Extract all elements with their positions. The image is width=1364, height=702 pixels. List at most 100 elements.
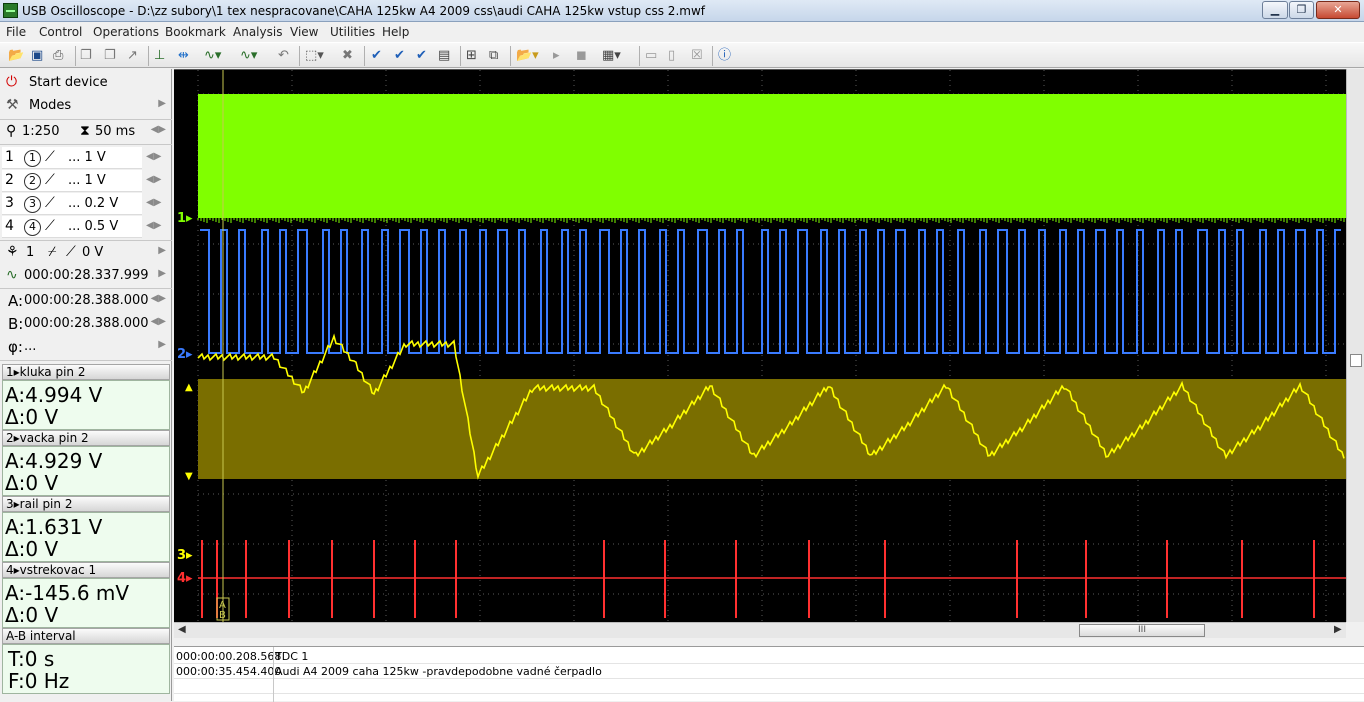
scroll-left-icon[interactable]: ◀ bbox=[178, 624, 186, 635]
close-button[interactable]: ✕ bbox=[1316, 1, 1360, 19]
check-all-icon[interactable]: ✔ bbox=[394, 47, 405, 65]
save-icon[interactable]: ▣ bbox=[31, 47, 43, 65]
measurement-2-title: vacka pin 2 bbox=[19, 431, 89, 445]
pan-icon[interactable]: ⇹ bbox=[178, 47, 189, 65]
phase-label: φ: bbox=[8, 338, 23, 356]
measurement-3-box: A:1.631 V Δ:0 V bbox=[2, 512, 170, 562]
channel-marker-icon: 3▸ bbox=[6, 497, 20, 511]
copy-icon[interactable]: ❐ bbox=[80, 47, 92, 65]
vertical-scroll-thumb[interactable] bbox=[1350, 354, 1362, 367]
menu-control[interactable]: Control bbox=[39, 25, 82, 39]
trigger-channel: 1 bbox=[26, 245, 35, 260]
menu-help[interactable]: Help bbox=[382, 25, 409, 39]
channel-row-3[interactable]: 3 3 ⟋ ... 0.2 V bbox=[2, 193, 142, 215]
trigger-time-icon: ∿ bbox=[6, 267, 18, 283]
channel-row-2[interactable]: 2 2 ⟋ ... 1 V bbox=[2, 170, 142, 192]
cursor-a-row[interactable]: A: 000:00:28.388.000 ◀▶ bbox=[2, 290, 170, 312]
grid-icon[interactable]: ⊞ bbox=[466, 47, 477, 65]
undo-icon[interactable]: ↶ bbox=[278, 47, 289, 65]
menu-bar: File Control Operations Bookmark Analysi… bbox=[0, 22, 1364, 42]
channel-range: ... 0.5 V bbox=[68, 219, 119, 234]
window-icon[interactable]: ▭ bbox=[645, 47, 657, 65]
folder-menu-icon[interactable]: 📂▾ bbox=[516, 47, 539, 65]
table-icon[interactable]: ▦▾ bbox=[602, 47, 621, 65]
cursor-a-value: 000:00:28.388.000 bbox=[24, 293, 149, 308]
channel-number: 2 bbox=[5, 172, 14, 188]
menu-utilities[interactable]: Utilities bbox=[330, 25, 375, 39]
horizontal-scrollbar[interactable]: ◀ III ▶ bbox=[174, 622, 1346, 638]
channel-number: 1 bbox=[5, 149, 14, 165]
waveform-icon[interactable]: ∿▾ bbox=[204, 47, 221, 65]
channel-row-4[interactable]: 4 4 ⟋ ... 0.5 V bbox=[2, 216, 142, 238]
measure-icon[interactable]: ⧉ bbox=[489, 47, 498, 65]
channel-3-arrows-icon[interactable]: ◀▶ bbox=[146, 197, 161, 208]
measurement-4-delta: Δ:0 V bbox=[5, 603, 59, 627]
channel-1-marker: 1▸ bbox=[177, 211, 193, 226]
start-device-button[interactable]: ⏻ Start device bbox=[2, 72, 170, 94]
measurement-2-header[interactable]: 2▸vacka pin 2 bbox=[2, 430, 170, 446]
step-icon[interactable]: ▸ bbox=[553, 47, 560, 65]
scope-display[interactable]: A B 1▸ 2▸ 3▸ 4▸ ▲ ▼ bbox=[174, 69, 1346, 645]
delete-icon[interactable]: ✖ bbox=[342, 47, 353, 65]
ab-interval-header[interactable]: A-B interval bbox=[2, 628, 170, 644]
minimize-button[interactable]: ▁ bbox=[1262, 1, 1288, 19]
cursor-b-arrows-icon[interactable]: ◀▶ bbox=[151, 316, 166, 327]
stop-icon[interactable]: ◼ bbox=[576, 47, 587, 65]
check-icon[interactable]: ✔ bbox=[371, 47, 382, 65]
cursor-icon[interactable]: ⊥ bbox=[154, 47, 165, 65]
measurement-4-box: A:-145.6 mV Δ:0 V bbox=[2, 578, 170, 628]
bookmark-row[interactable]: 000:00:00.208.568 TDC 1 bbox=[174, 649, 1364, 664]
band-bottom-arrow-icon: ▼ bbox=[185, 471, 193, 482]
trigger-row[interactable]: ⚘ 1 ⌿ ⟋ 0 V ▶ bbox=[2, 242, 170, 264]
check-down-icon[interactable]: ✔ bbox=[416, 47, 427, 65]
maximize-button[interactable]: ❐ bbox=[1289, 1, 1314, 19]
phase-row[interactable]: φ: ... ▶ bbox=[2, 336, 170, 358]
modes-button[interactable]: ⚒ Modes ▶ bbox=[2, 95, 170, 117]
zoom-timebase-row[interactable]: ⚲ 1:250 ⧗ 50 ms ◀▶ bbox=[2, 121, 170, 143]
menu-analysis[interactable]: Analysis bbox=[233, 25, 282, 39]
wave-option-icon[interactable]: ∿▾ bbox=[240, 47, 257, 65]
measurement-2-delta: Δ:0 V bbox=[5, 471, 59, 495]
timebase-icon: ⧗ bbox=[80, 123, 90, 139]
bookmark-row[interactable]: 000:00:35.454.400 Audi A4 2009 caha 125k… bbox=[174, 664, 1364, 679]
measurement-3-title: rail pin 2 bbox=[19, 497, 73, 511]
bookmark-row-empty bbox=[174, 679, 1364, 694]
measurement-4-header[interactable]: 4▸vstrekovac 1 bbox=[2, 562, 170, 578]
export-icon[interactable]: ↗ bbox=[127, 47, 138, 65]
measurement-1-a: A:4.994 V bbox=[5, 383, 103, 407]
cursor-a-arrows-icon[interactable]: ◀▶ bbox=[151, 293, 166, 304]
channel-row-1[interactable]: 1 1 ⟋ ... 1 V bbox=[2, 147, 142, 169]
zoom-icon[interactable]: ⬚▾ bbox=[305, 47, 324, 65]
timebase-arrows-icon[interactable]: ◀▶ bbox=[151, 124, 166, 135]
cursor-b-row[interactable]: B: 000:00:28.388.000 ◀▶ bbox=[2, 313, 170, 335]
waveform-canvas[interactable]: AB1▸2▸3▸4▸▲▼ bbox=[174, 70, 1346, 645]
measurement-3-header[interactable]: 3▸rail pin 2 bbox=[2, 496, 170, 512]
phase-value: ... bbox=[24, 339, 37, 354]
vertical-scrollbar[interactable] bbox=[1346, 69, 1364, 622]
channel-range: ... 1 V bbox=[68, 150, 106, 165]
measurement-1-box: A:4.994 V Δ:0 V bbox=[2, 380, 170, 430]
menu-view[interactable]: View bbox=[290, 25, 318, 39]
channel-2-marker: 2▸ bbox=[177, 347, 193, 362]
toolbar: 📂 ▣ ⎙ ❐ ❐ ↗ ⊥ ⇹ ∿▾ ∿▾ ↶ ⬚▾ ✖ ✔ ✔ ✔ ▤ ⊞ ⧉… bbox=[0, 42, 1364, 68]
menu-operations[interactable]: Operations bbox=[93, 25, 159, 39]
notes-icon[interactable]: ▤ bbox=[438, 47, 450, 65]
paste-icon[interactable]: ❐ bbox=[104, 47, 116, 65]
channel-2-arrows-icon[interactable]: ◀▶ bbox=[146, 174, 161, 185]
open-icon[interactable]: 📂 bbox=[8, 47, 24, 65]
menu-bookmark[interactable]: Bookmark bbox=[165, 25, 226, 39]
help-icon[interactable]: ⓘ bbox=[718, 47, 731, 65]
close-doc-icon[interactable]: ☒ bbox=[691, 47, 703, 65]
scroll-right-icon[interactable]: ▶ bbox=[1334, 624, 1342, 635]
cursor-b-label: B: bbox=[8, 315, 24, 333]
channel-number: 4 bbox=[5, 218, 14, 234]
channel-4-arrows-icon[interactable]: ◀▶ bbox=[146, 220, 161, 231]
channel-1-arrows-icon[interactable]: ◀▶ bbox=[146, 151, 161, 162]
measurement-1-header[interactable]: 1▸kluka pin 2 bbox=[2, 364, 170, 380]
doc-icon[interactable]: ▯ bbox=[668, 47, 675, 65]
menu-file[interactable]: File bbox=[6, 25, 26, 39]
channel-number: 3 bbox=[5, 195, 14, 211]
trigger-time-row[interactable]: ∿ 000:00:28.337.999 ▶ bbox=[2, 265, 170, 287]
print-icon[interactable]: ⎙ bbox=[53, 47, 63, 65]
horizontal-scroll-thumb[interactable]: III bbox=[1079, 624, 1205, 637]
